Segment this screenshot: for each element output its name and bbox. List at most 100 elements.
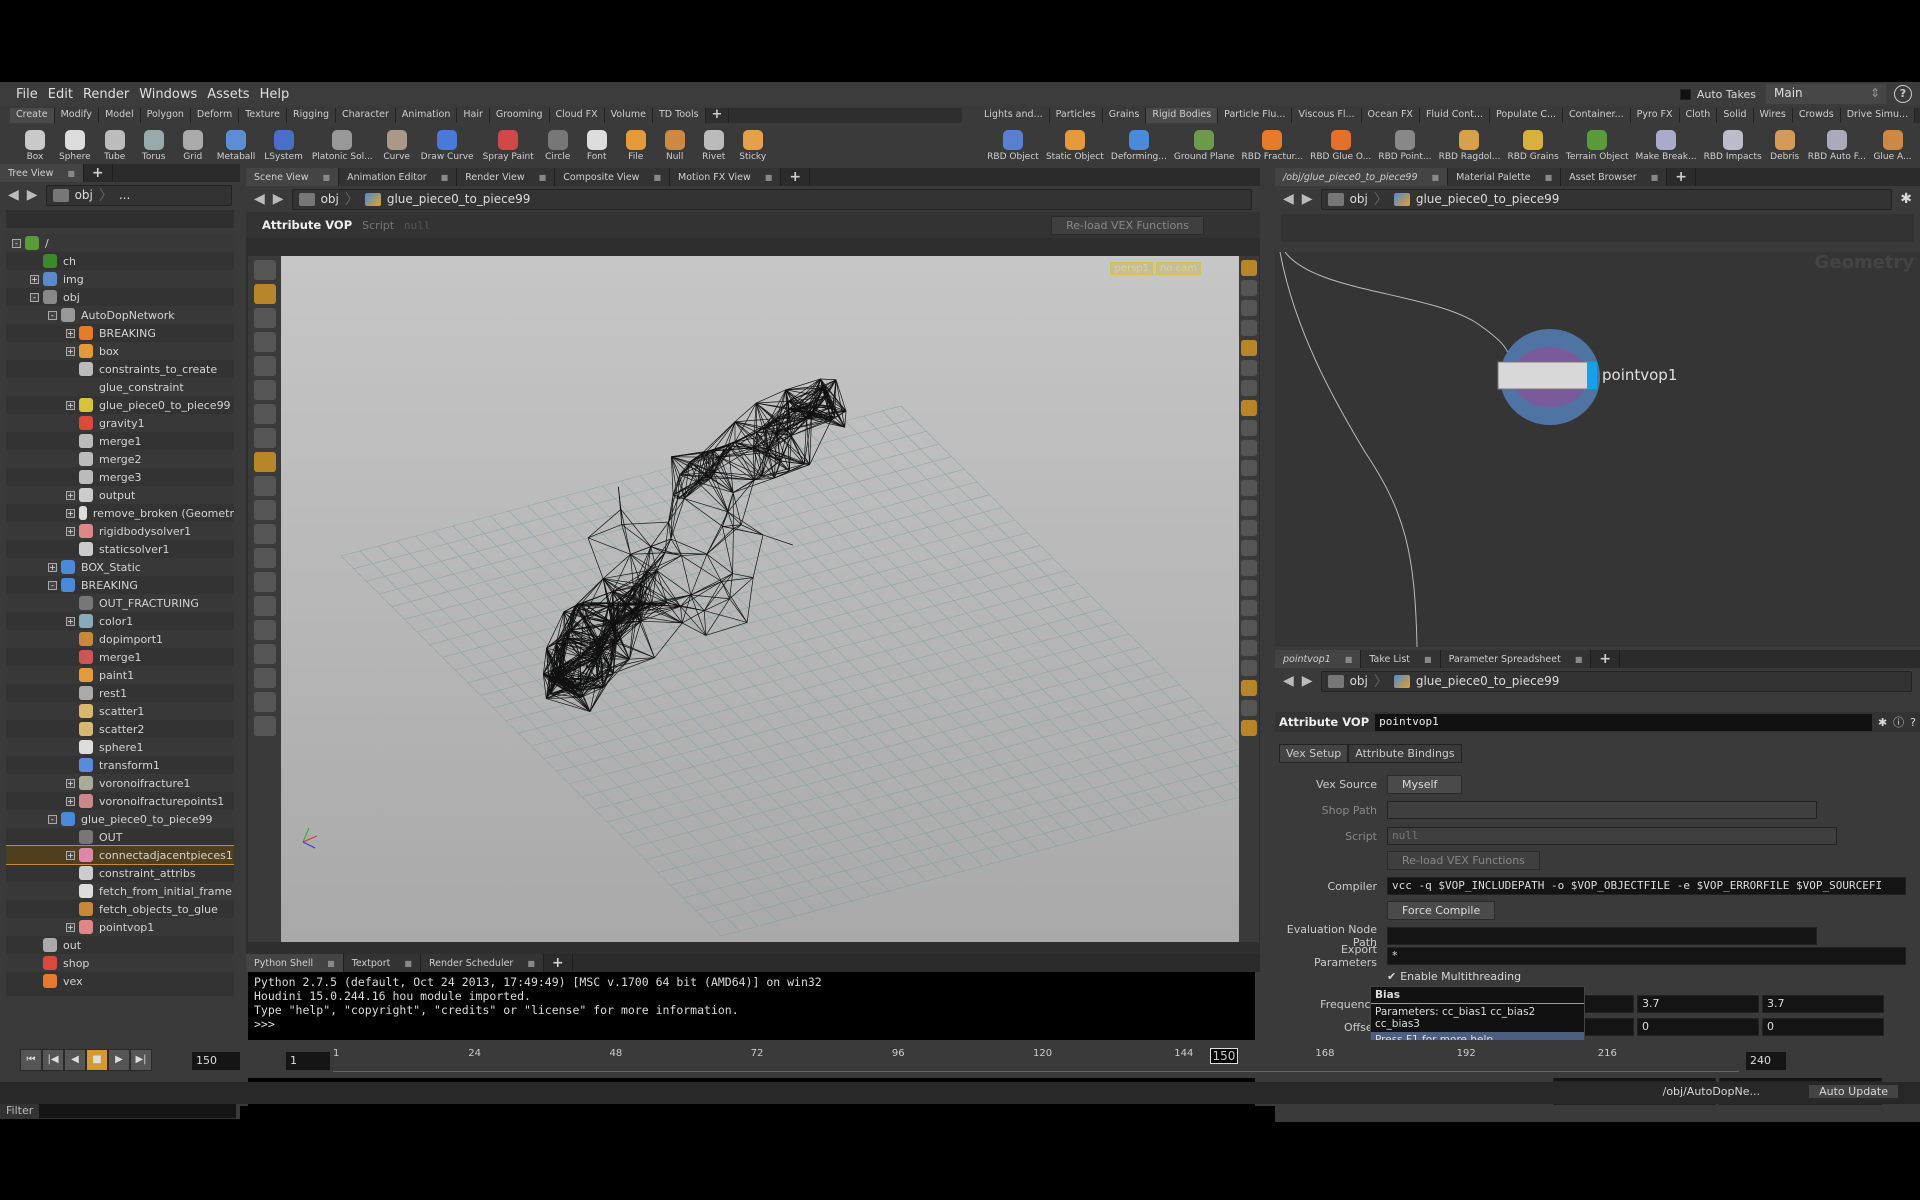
viewport-tool-icon[interactable] xyxy=(253,356,276,376)
display-option-icon[interactable] xyxy=(1241,300,1257,316)
close-tab-icon[interactable]: ■ xyxy=(1432,173,1440,182)
filter-input[interactable] xyxy=(39,1102,236,1118)
shelf-tab[interactable]: TD Tools xyxy=(653,108,706,123)
shelf-tab[interactable]: Lights and... xyxy=(978,108,1050,123)
shelf-tool[interactable]: Make Break... xyxy=(1636,123,1697,162)
pane-tab[interactable]: Asset Browser ■ xyxy=(1561,168,1668,186)
tree-item[interactable]: merge1 xyxy=(6,432,234,450)
shelf-tool[interactable]: RBD Ragdol... xyxy=(1439,123,1500,162)
shelf-tab[interactable]: Solid xyxy=(1717,108,1754,123)
shelf-tool[interactable]: RBD Grains xyxy=(1508,123,1559,162)
menu-render[interactable]: Render xyxy=(83,87,129,102)
end-frame-field[interactable]: 240 xyxy=(1746,1052,1786,1070)
close-tab-icon[interactable]: ■ xyxy=(323,173,331,182)
tree-item[interactable]: merge2 xyxy=(6,450,234,468)
help-icon[interactable]: ? xyxy=(1910,716,1916,729)
display-option-icon[interactable] xyxy=(1241,360,1257,376)
back-arrow-icon[interactable]: ◀ xyxy=(1283,673,1294,689)
expand-toggle-icon[interactable]: + xyxy=(66,400,75,410)
play-button[interactable]: ▶ xyxy=(108,1049,130,1071)
tree-item[interactable]: OUT xyxy=(6,828,234,846)
shelf-tool[interactable]: Static Object xyxy=(1046,123,1104,162)
shelf-tool[interactable]: RBD Glue O... xyxy=(1310,123,1371,162)
tree-item[interactable]: gravity1 xyxy=(6,414,234,432)
pane-tab[interactable]: Scene View ■ xyxy=(246,168,340,186)
viewport-tool-icon[interactable] xyxy=(253,572,276,592)
viewport-3d[interactable]: persp1 no cam xyxy=(281,256,1282,942)
back-arrow-icon[interactable]: ◀ xyxy=(1283,191,1294,207)
shelf-tab[interactable]: Polygon xyxy=(140,108,191,123)
tree-item[interactable]: + box xyxy=(6,342,234,360)
expand-toggle-icon[interactable]: + xyxy=(66,922,75,932)
stop-button[interactable]: ■ xyxy=(86,1049,108,1071)
param-field[interactable]: 0 xyxy=(1637,1018,1759,1036)
viewport-tool-icon[interactable] xyxy=(253,596,276,616)
shelf-tab[interactable]: Grooming xyxy=(489,108,550,123)
shelf-tab[interactable]: Wires xyxy=(1753,108,1793,123)
shelf-tool[interactable]: RBD Fractur... xyxy=(1242,123,1303,162)
vex-source-select[interactable]: Myself xyxy=(1387,774,1463,794)
shelf-tab[interactable]: Populate C... xyxy=(1490,108,1564,123)
eval-node-path-field[interactable] xyxy=(1387,927,1817,945)
expand-toggle-icon[interactable]: - xyxy=(48,580,57,590)
display-option-icon[interactable] xyxy=(1241,560,1257,576)
tree-item[interactable]: scatter2 xyxy=(6,720,234,738)
network-path-bar[interactable]: obj 〉 glue_piece0_to_piece99 xyxy=(1320,188,1893,210)
auto-takes-checkbox[interactable] xyxy=(1679,88,1691,100)
expand-toggle-icon[interactable]: + xyxy=(66,796,75,806)
viewport-tool-icon[interactable] xyxy=(253,548,276,568)
expand-toggle-icon[interactable]: + xyxy=(30,274,39,284)
tree-item[interactable]: + BOX_Static xyxy=(6,558,234,576)
menu-file[interactable]: File xyxy=(16,87,38,102)
tree-item[interactable]: scatter1 xyxy=(6,702,234,720)
add-tab-button[interactable]: + xyxy=(781,168,811,186)
shelf-tab[interactable]: Character xyxy=(336,108,396,123)
tree-item[interactable]: + voronoifracturepoints1 xyxy=(6,792,234,810)
menu-help[interactable]: Help xyxy=(260,87,290,102)
viewport-tool-icon[interactable] xyxy=(253,716,276,736)
close-tab-icon[interactable]: ■ xyxy=(441,173,449,182)
display-option-icon[interactable] xyxy=(1241,520,1257,536)
help-icon[interactable]: ? xyxy=(1894,85,1912,103)
close-tab-icon[interactable]: ■ xyxy=(653,173,661,182)
param-field[interactable]: 3.7 xyxy=(1637,995,1759,1013)
script-field[interactable]: null xyxy=(1387,827,1837,845)
shelf-tab[interactable]: Viscous Fl... xyxy=(1292,108,1362,123)
param-field[interactable]: 3.7 xyxy=(1762,995,1884,1013)
node-name-field[interactable]: pointvop1 xyxy=(1375,713,1872,731)
pane-tab[interactable]: pointvop1 ■ xyxy=(1275,650,1362,668)
close-tab-icon[interactable]: ■ xyxy=(1575,655,1583,664)
tree-item[interactable]: + color1 xyxy=(6,612,234,630)
tree-item[interactable]: + pointvop1 xyxy=(6,918,234,936)
expand-toggle-icon[interactable]: - xyxy=(12,238,21,248)
pane-tab[interactable]: Python Shell ■ xyxy=(246,954,344,972)
jump-end-button[interactable]: ▶| xyxy=(130,1049,152,1071)
add-shelf-tab-button[interactable]: + xyxy=(706,108,730,123)
menu-edit[interactable]: Edit xyxy=(48,87,73,102)
shop-path-field[interactable] xyxy=(1387,801,1817,819)
display-option-icon[interactable] xyxy=(1241,500,1257,516)
tree-item[interactable]: vex xyxy=(6,972,234,990)
shelf-tab[interactable]: Deform xyxy=(190,108,240,123)
shelf-tool[interactable]: RBD Point... xyxy=(1378,123,1431,162)
display-option-icon[interactable] xyxy=(1241,400,1257,416)
tree-item[interactable]: paint1 xyxy=(6,666,234,684)
viewport-tool-icon[interactable] xyxy=(253,260,276,280)
back-arrow-icon[interactable]: ◀ xyxy=(254,191,265,207)
expand-toggle-icon[interactable]: + xyxy=(66,490,75,500)
shelf-tool[interactable]: Draw Curve xyxy=(421,123,474,162)
gear-icon[interactable]: ✱ xyxy=(1900,191,1912,207)
status-path[interactable]: /obj/AutoDopNe... xyxy=(1663,1085,1760,1098)
viewport-tool-icon[interactable] xyxy=(253,644,276,664)
shelf-tab[interactable]: Hair xyxy=(457,108,490,123)
shelf-tool[interactable]: File xyxy=(621,123,651,162)
tree-item[interactable]: ch xyxy=(6,252,234,270)
expand-toggle-icon[interactable]: + xyxy=(66,778,75,788)
tree-item[interactable]: - glue_piece0_to_piece99 xyxy=(6,810,234,828)
shelf-tab[interactable]: Particle Flu... xyxy=(1218,108,1293,123)
tree-item[interactable]: - BREAKING xyxy=(6,576,234,594)
pane-tab[interactable]: Render View ■ xyxy=(457,168,556,186)
pane-tab[interactable]: Render Scheduler ■ xyxy=(420,954,544,972)
back-arrow-icon[interactable]: ◀ xyxy=(8,187,19,203)
close-tab-icon[interactable]: ■ xyxy=(1345,655,1353,664)
